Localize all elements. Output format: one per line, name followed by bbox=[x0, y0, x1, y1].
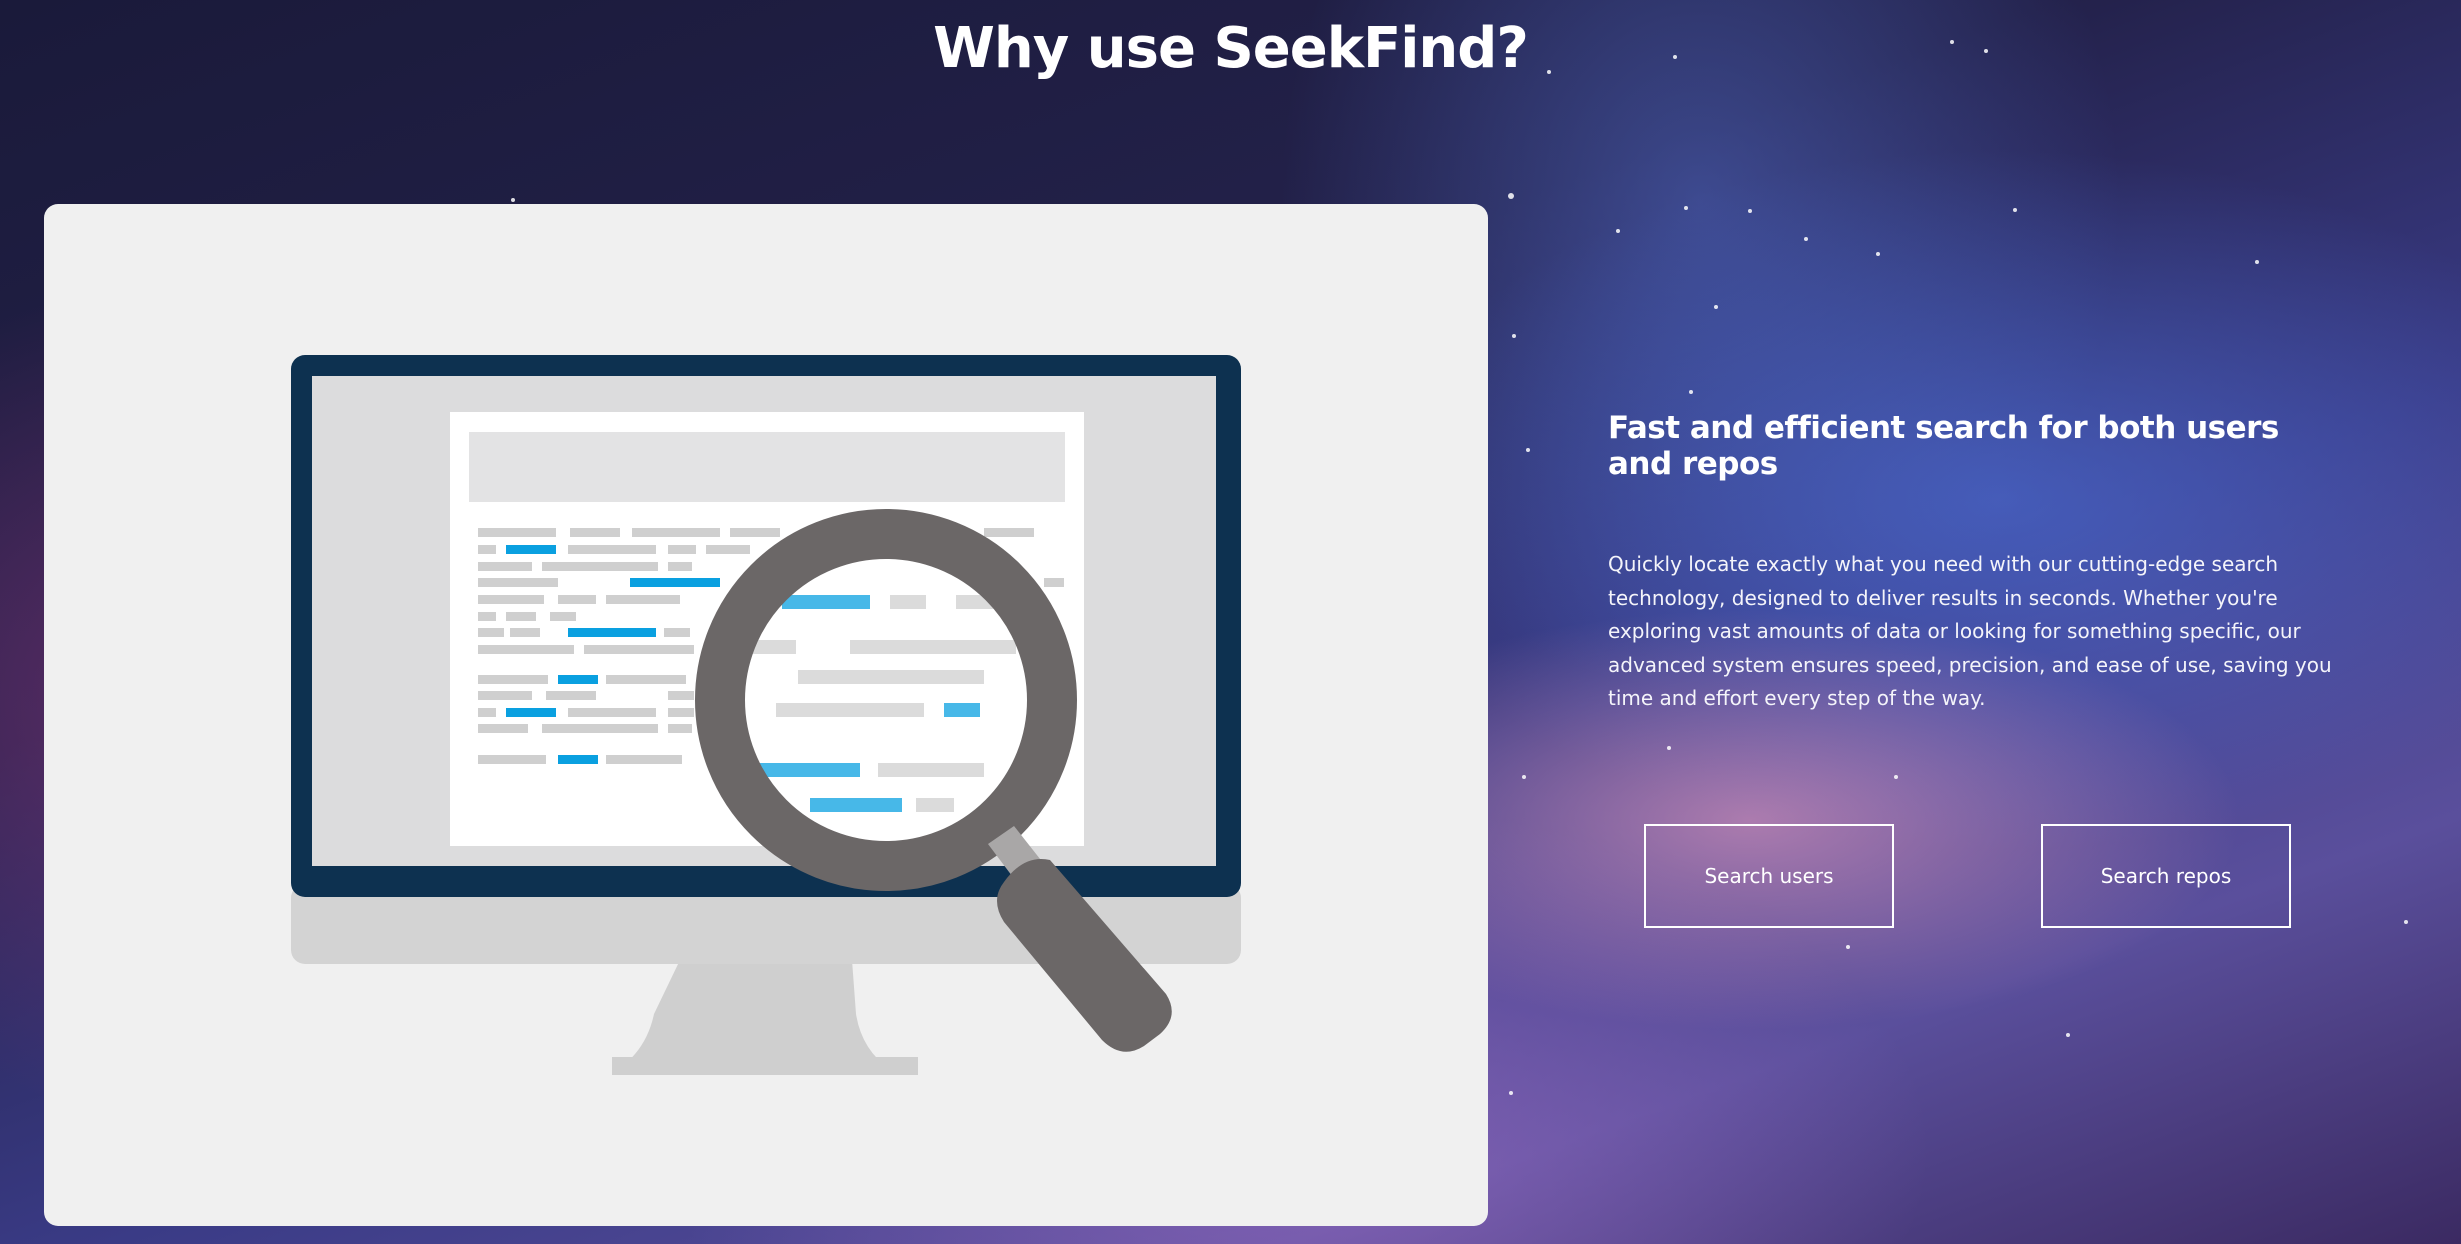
feature-heading: Fast and efficient search for both users… bbox=[1608, 410, 2279, 482]
feature-description: Quickly locate exactly what you need wit… bbox=[1608, 552, 2332, 710]
page-title: Why use SeekFind? bbox=[933, 16, 1529, 81]
search-repos-button[interactable]: Search repos bbox=[2041, 824, 2291, 928]
illustration-card bbox=[44, 204, 1488, 1226]
feature-section: Fast and efficient search for both users… bbox=[1608, 410, 2338, 716]
search-users-button[interactable]: Search users bbox=[1644, 824, 1894, 928]
monitor-magnifier-icon bbox=[291, 355, 1241, 1075]
